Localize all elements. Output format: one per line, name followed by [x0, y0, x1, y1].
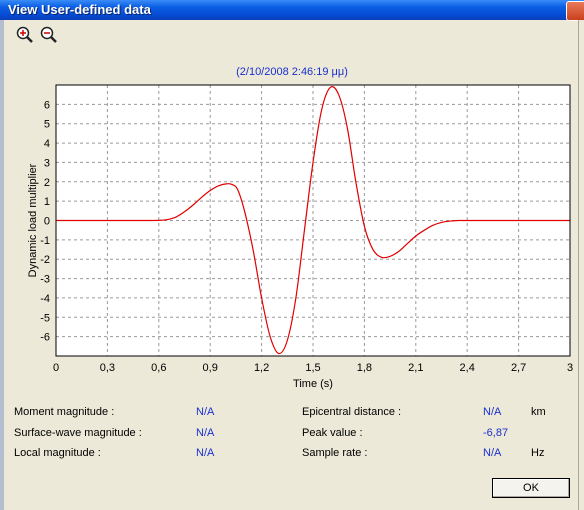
peak-value-label: Peak value :	[302, 427, 363, 439]
y-tick-label: 5	[44, 119, 50, 131]
moment-magnitude-value: N/A	[196, 406, 215, 418]
epicentral-distance-unit: km	[531, 406, 546, 418]
epicentral-distance-value: N/A	[483, 406, 502, 418]
y-tick-label: -6	[40, 332, 50, 344]
zoom-out-icon[interactable]	[38, 24, 60, 46]
y-tick-label: -4	[40, 293, 50, 305]
toolbar	[10, 24, 70, 48]
y-tick-label: 0	[44, 216, 50, 228]
x-tick-label: 0,9	[203, 362, 218, 374]
y-tick-label: 1	[44, 196, 50, 208]
sample-rate-value: N/A	[483, 447, 502, 459]
y-tick-label: -3	[40, 274, 50, 286]
close-button[interactable]	[566, 1, 584, 21]
y-tick-label: 3	[44, 157, 50, 169]
local-magnitude-label: Local magnitude :	[14, 447, 101, 459]
x-tick-label: 1,2	[254, 362, 269, 374]
x-tick-label: 3	[567, 362, 573, 374]
y-axis-label: Dynamic load multiplier	[27, 163, 39, 277]
zoom-in-icon[interactable]	[14, 24, 36, 46]
sample-rate-unit: Hz	[531, 447, 545, 459]
ok-button[interactable]: OK	[492, 478, 570, 498]
y-tick-label: 4	[44, 138, 50, 150]
x-tick-label: 1,5	[305, 362, 320, 374]
x-tick-label: 2,1	[408, 362, 423, 374]
epicentral-distance-label: Epicentral distance :	[302, 406, 402, 418]
surface-wave-magnitude-value: N/A	[196, 427, 215, 439]
y-tick-label: -2	[40, 254, 50, 266]
surface-wave-magnitude-label: Surface-wave magnitude :	[14, 427, 142, 439]
y-tick-label: 2	[44, 177, 50, 189]
x-tick-label: 2,7	[511, 362, 526, 374]
x-tick-label: 0,3	[100, 362, 115, 374]
sample-rate-label: Sample rate :	[302, 447, 368, 459]
y-tick-label: 6	[44, 99, 50, 111]
moment-magnitude-label: Moment magnitude :	[14, 406, 115, 418]
x-tick-label: 1,8	[357, 362, 372, 374]
x-tick-label: 0,6	[151, 362, 166, 374]
peak-value: -6,87	[483, 427, 509, 439]
chart: 0 0,3 0,6 0,9 1,2 1,5 1,8 2,1 2,4 2,7 3 6 5 4 3 2 1 0 -1 -2…	[27, 84, 573, 390]
x-tick-label: 0	[53, 362, 59, 374]
y-tick-label: -5	[40, 312, 50, 324]
local-magnitude-value: N/A	[196, 447, 215, 459]
x-axis-label: Time (s)	[293, 378, 333, 390]
x-tick-label: 2,4	[460, 362, 475, 374]
title-bar[interactable]: View User-defined data	[0, 0, 584, 21]
y-tick-label: -1	[40, 235, 50, 247]
window-title: View User-defined data	[8, 2, 151, 17]
chart-title: (2/10/2008 2:46:19 μμ)	[236, 66, 348, 78]
